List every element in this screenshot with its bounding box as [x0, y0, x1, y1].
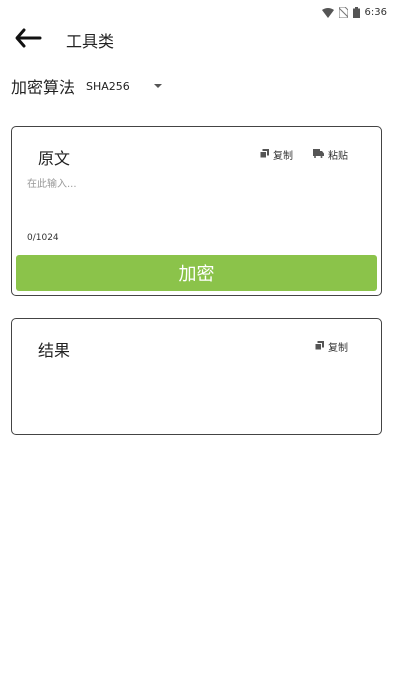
result-card-title: 结果: [38, 341, 71, 360]
paste-icon: [313, 148, 324, 161]
algorithm-dropdown[interactable]: SHA256: [86, 79, 163, 93]
status-bar: 6:36: [0, 0, 393, 20]
result-card-actions: 复制: [314, 339, 348, 354]
algorithm-selected-value: SHA256: [86, 79, 130, 93]
result-card: 结果 复制: [11, 318, 382, 435]
algorithm-row: 加密算法 SHA256: [11, 72, 163, 100]
back-arrow-icon: [14, 28, 42, 54]
paste-label: 粘贴: [328, 151, 348, 162]
result-copy-label: 复制: [328, 343, 348, 354]
copy-icon: [259, 148, 269, 161]
app-bar: 工具类: [0, 20, 393, 58]
back-button[interactable]: [14, 26, 44, 50]
char-counter: 0/1024: [27, 233, 59, 243]
paste-button[interactable]: 粘贴: [313, 147, 348, 162]
page-title: 工具类: [66, 32, 115, 51]
input-card-title: 原文: [38, 149, 71, 168]
input-card-actions: 复制 粘贴: [259, 147, 348, 162]
copy-button[interactable]: 复制: [259, 147, 293, 162]
input-card: 原文 复制 粘贴 0/1024 加密: [11, 126, 382, 296]
result-copy-button[interactable]: 复制: [314, 339, 348, 354]
algorithm-label: 加密算法: [11, 78, 76, 97]
copy-label: 复制: [273, 151, 293, 162]
status-time: 6:36: [364, 7, 387, 18]
copy-icon: [314, 340, 324, 353]
chevron-down-icon: [154, 84, 163, 88]
plaintext-input[interactable]: [27, 175, 367, 225]
encrypt-button[interactable]: 加密: [16, 255, 377, 291]
